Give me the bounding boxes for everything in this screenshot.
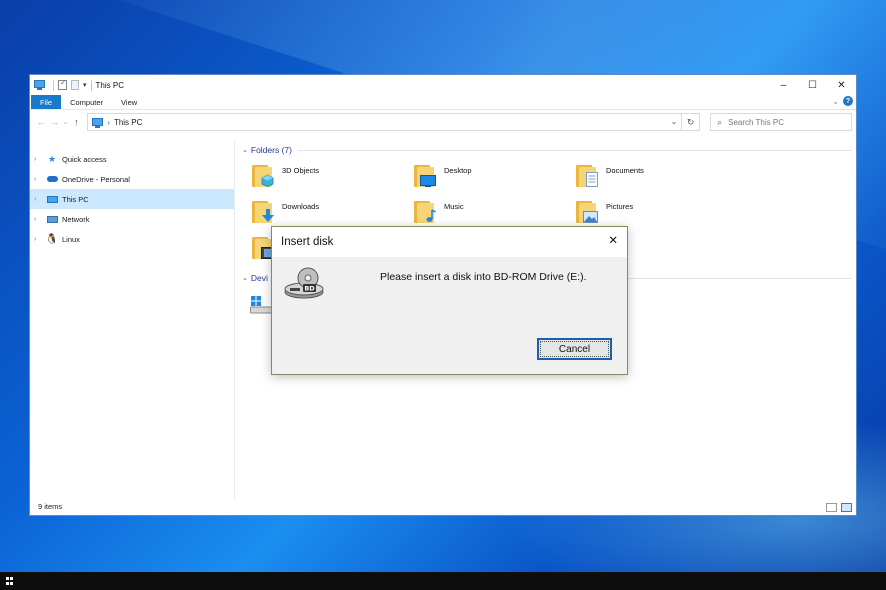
folder-name: 3D Objects <box>282 166 320 175</box>
linux-icon: 🐧 <box>45 233 59 245</box>
dialog-message: Please insert a disk into BD-ROM Drive (… <box>380 271 587 283</box>
expand-chevron-icon[interactable]: › <box>34 176 46 183</box>
folder-tile-downloads[interactable]: Downloads <box>252 199 319 223</box>
close-button[interactable]: ✕ <box>827 75 856 95</box>
ribbon-right-controls: ⌄ ? <box>832 96 853 106</box>
up-arrow-icon[interactable]: ↑ <box>69 117 83 127</box>
search-input[interactable]: Search This PC <box>728 118 784 127</box>
folder-name: Desktop <box>444 166 472 175</box>
properties-quick-icon[interactable] <box>58 78 67 90</box>
bd-label: BD <box>304 285 315 293</box>
details-view-icon[interactable] <box>826 503 837 512</box>
refresh-button[interactable]: ↻ <box>682 113 701 131</box>
music-folder-icon <box>414 199 436 223</box>
insert-disk-dialog[interactable]: Insert disk ✕ BD Please insert a disk in… <box>271 226 628 375</box>
start-windows-icon[interactable] <box>6 577 14 585</box>
folder-tile-music[interactable]: Music <box>414 199 464 223</box>
toolbar-separator <box>90 79 92 91</box>
customize-quick-access-chevron-icon[interactable]: ▾ <box>83 81 87 89</box>
collapse-chevron-icon[interactable]: ⌄ <box>242 274 248 282</box>
search-icon: ⌕ <box>717 116 723 127</box>
3d-objects-folder-icon <box>252 163 274 187</box>
dialog-title-bar[interactable]: Insert disk ✕ <box>272 227 627 257</box>
folder-tile-desktop[interactable]: Desktop <box>414 163 472 187</box>
forward-arrow-icon[interactable]: → <box>48 117 62 127</box>
folders-group-header[interactable]: ⌄ Folders (7) <box>242 143 856 157</box>
folder-name: Music <box>444 202 464 211</box>
sidebar-item-onedrive[interactable]: › OneDrive - Personal <box>30 169 234 189</box>
status-item-count: 9 items <box>38 502 63 511</box>
devices-group-title: Devi <box>250 273 268 283</box>
refresh-icon: ↻ <box>686 116 695 127</box>
documents-folder-icon <box>576 163 598 187</box>
breadcrumb-chevron-icon[interactable]: › <box>107 118 110 127</box>
expand-chevron-icon[interactable]: › <box>34 196 46 203</box>
address-dropdown-chevron-icon[interactable]: ⌄ <box>671 117 678 126</box>
expand-ribbon-chevron-icon[interactable]: ⌄ <box>832 97 839 106</box>
folder-name: Downloads <box>282 202 320 211</box>
address-bar[interactable]: › This PC ⌄ <box>87 113 683 131</box>
expand-chevron-icon[interactable]: › <box>34 216 46 223</box>
expand-chevron-icon[interactable]: › <box>34 156 46 163</box>
ribbon-tabs: File Computer View ⌄ ? <box>30 95 856 110</box>
view-toggle <box>826 503 852 512</box>
breadcrumb-this-pc[interactable]: This PC <box>114 118 142 127</box>
sidebar-item-label: Linux <box>62 234 80 244</box>
sidebar-item-label: OneDrive - Personal <box>62 174 130 184</box>
sidebar-item-this-pc[interactable]: › This PC <box>30 189 234 209</box>
address-row: ← → ⌄ ↑ › This PC ⌄ ↻ ⌕ Search This PC <box>30 110 856 134</box>
expand-chevron-icon[interactable]: › <box>34 236 46 243</box>
back-arrow-icon[interactable]: ← <box>34 117 48 127</box>
sidebar-item-linux[interactable]: › 🐧 Linux <box>30 229 234 249</box>
title-bar[interactable]: ▾ This PC – ☐ ✕ <box>30 75 856 95</box>
tab-computer[interactable]: Computer <box>61 95 112 109</box>
toolbar-separator <box>53 79 54 91</box>
recent-locations-chevron-icon[interactable]: ⌄ <box>62 118 70 126</box>
cloud-icon <box>46 174 58 184</box>
computer-icon <box>92 118 104 128</box>
group-divider <box>297 149 852 151</box>
new-folder-quick-icon[interactable] <box>71 80 79 90</box>
maximize-button[interactable]: ☐ <box>798 75 827 95</box>
dialog-close-button[interactable]: ✕ <box>608 232 618 250</box>
network-icon <box>46 214 58 224</box>
folder-name: Documents <box>606 166 644 175</box>
taskbar <box>0 572 886 590</box>
windows-drive-icon <box>250 296 272 314</box>
sidebar-item-quick-access[interactable]: › ★ Quick access <box>30 149 234 169</box>
computer-icon <box>46 194 58 204</box>
window-controls: – ☐ ✕ <box>769 75 856 95</box>
folders-group-title: Folders (7) <box>250 145 292 155</box>
sidebar-item-network[interactable]: › Network <box>30 209 234 229</box>
cancel-button[interactable]: Cancel <box>537 338 612 360</box>
large-icons-view-icon[interactable] <box>841 503 852 512</box>
help-icon[interactable]: ? <box>843 96 853 106</box>
folder-tile-documents[interactable]: Documents <box>576 163 644 187</box>
pictures-folder-icon <box>576 199 598 223</box>
bd-drive-icon: BD <box>284 267 324 299</box>
tab-view[interactable]: View <box>112 95 146 109</box>
local-disk-tile[interactable] <box>250 295 272 317</box>
window-title: This PC <box>95 80 124 90</box>
sidebar-item-label: Quick access <box>62 154 107 164</box>
downloads-folder-icon <box>252 199 274 223</box>
this-pc-small-icon <box>34 80 45 90</box>
folder-tile-3d-objects[interactable]: 3D Objects <box>252 163 319 187</box>
dialog-title: Insert disk <box>281 236 334 248</box>
star-icon: ★ <box>47 153 57 164</box>
collapse-chevron-icon[interactable]: ⌄ <box>242 146 248 154</box>
folder-tile-pictures[interactable]: Pictures <box>576 199 633 223</box>
tab-file[interactable]: File <box>31 95 62 109</box>
sidebar-item-label: Network <box>62 214 90 224</box>
sidebar-item-label: This PC <box>62 194 89 204</box>
folder-name: Pictures <box>606 202 634 211</box>
navigation-pane: › ★ Quick access › OneDrive - Personal ›… <box>30 141 235 499</box>
search-box[interactable]: ⌕ Search This PC <box>710 113 853 131</box>
minimize-button[interactable]: – <box>769 75 798 95</box>
desktop-folder-icon <box>414 163 436 187</box>
